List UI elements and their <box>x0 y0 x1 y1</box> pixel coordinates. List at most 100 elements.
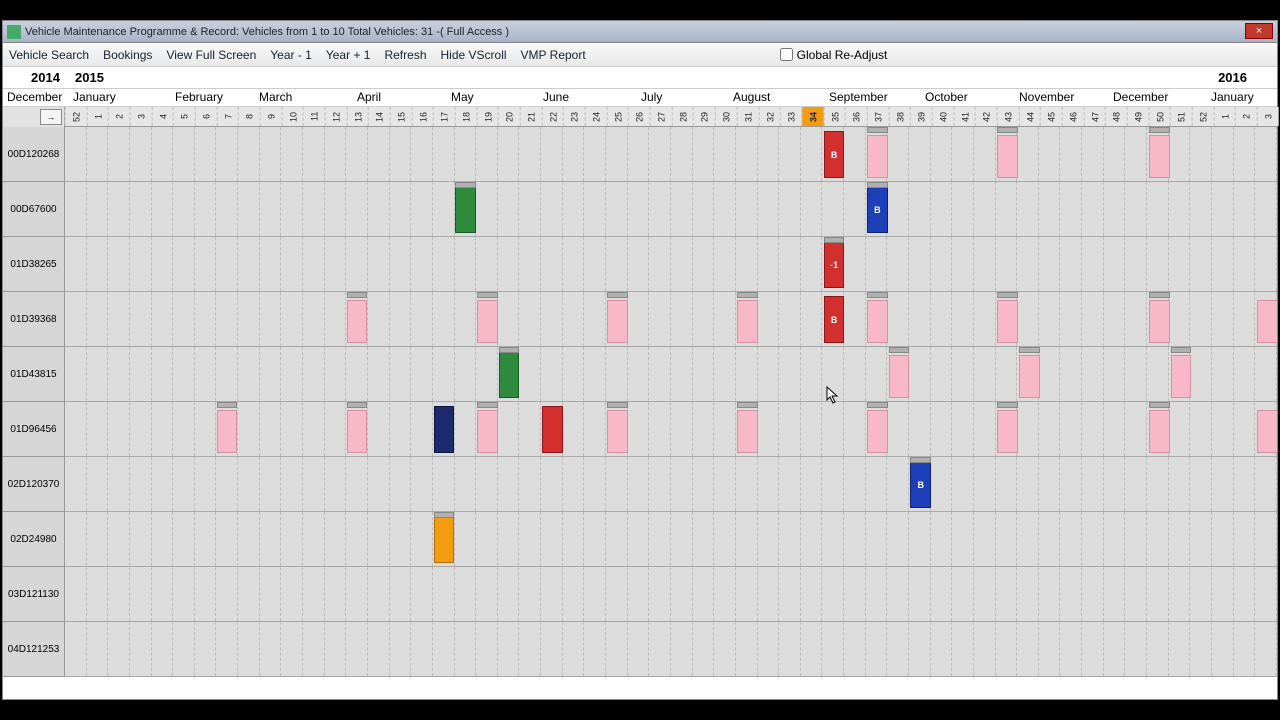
week-cell[interactable]: 45 <box>1040 107 1062 126</box>
week-cell[interactable]: 29 <box>693 107 715 126</box>
week-cell[interactable]: 46 <box>1062 107 1084 126</box>
schedule-block-pink[interactable] <box>1149 410 1170 453</box>
schedule-block-pink[interactable] <box>867 300 888 343</box>
schedule-block-graytab[interactable] <box>737 402 758 408</box>
schedule-block-graytab[interactable] <box>824 237 845 243</box>
menu-year-plus[interactable]: Year + 1 <box>326 48 371 62</box>
schedule-block-pink[interactable] <box>737 300 758 343</box>
schedule-block-pink[interactable] <box>1149 300 1170 343</box>
week-cell[interactable]: 36 <box>845 107 867 126</box>
week-cell[interactable]: 19 <box>477 107 499 126</box>
week-cell[interactable]: 24 <box>585 107 607 126</box>
menu-year-minus[interactable]: Year - 1 <box>270 48 312 62</box>
schedule-block-green[interactable] <box>455 186 476 233</box>
global-readjust-wrap[interactable]: Global Re-Adjust <box>780 48 888 62</box>
schedule-block-pink[interactable] <box>217 410 238 453</box>
vehicle-row-header[interactable]: 01D38265 <box>3 237 65 292</box>
week-cell[interactable]: 18 <box>455 107 477 126</box>
vehicle-row-header[interactable]: 00D120268 <box>3 127 65 182</box>
schedule-block-graytab[interactable] <box>867 402 888 408</box>
schedule-block-graytab[interactable] <box>737 292 758 298</box>
schedule-block-graytab[interactable] <box>1149 292 1170 298</box>
week-cell[interactable]: 47 <box>1084 107 1106 126</box>
grid-cells[interactable]: BB-1BB <box>65 127 1277 677</box>
schedule-block-graytab[interactable] <box>607 402 628 408</box>
schedule-block-graytab[interactable] <box>1171 347 1192 353</box>
week-cell[interactable]: 13 <box>347 107 369 126</box>
week-cell[interactable]: 34 <box>802 107 824 126</box>
week-cell[interactable]: 5 <box>173 107 195 126</box>
week-cell[interactable]: 3 <box>130 107 152 126</box>
vehicle-row-header[interactable]: 02D120370 <box>3 457 65 512</box>
schedule-block-pink[interactable] <box>737 410 758 453</box>
nav-arrow-button[interactable]: → <box>40 109 62 125</box>
week-cell[interactable]: 40 <box>932 107 954 126</box>
week-cell[interactable]: 26 <box>628 107 650 126</box>
week-cell[interactable]: 49 <box>1127 107 1149 126</box>
week-cell[interactable]: 6 <box>195 107 217 126</box>
schedule-block-pink[interactable] <box>1149 135 1170 178</box>
schedule-block-red[interactable]: -1 <box>824 241 845 288</box>
week-cell[interactable]: 3 <box>1257 107 1279 126</box>
week-cell[interactable]: 48 <box>1105 107 1127 126</box>
menu-bookings[interactable]: Bookings <box>103 48 152 62</box>
schedule-block-graytab[interactable] <box>997 402 1018 408</box>
schedule-block-pink[interactable] <box>867 410 888 453</box>
vehicle-row-header[interactable]: 04D121253 <box>3 622 65 677</box>
vehicle-row-header[interactable]: 00D67600 <box>3 182 65 237</box>
week-cell[interactable]: 32 <box>759 107 781 126</box>
schedule-block-pink[interactable] <box>607 300 628 343</box>
schedule-block-pink[interactable] <box>997 410 1018 453</box>
vehicle-row-header[interactable]: 01D39368 <box>3 292 65 347</box>
week-cell[interactable]: 10 <box>282 107 304 126</box>
week-cell[interactable]: 1 <box>87 107 109 126</box>
schedule-block-pink[interactable] <box>1019 355 1040 398</box>
schedule-block-pink[interactable] <box>347 410 368 453</box>
schedule-block-pink[interactable] <box>867 135 888 178</box>
schedule-block-pink[interactable] <box>347 300 368 343</box>
schedule-block-graytab[interactable] <box>434 512 455 518</box>
schedule-block-graytab[interactable] <box>477 402 498 408</box>
menu-refresh[interactable]: Refresh <box>384 48 426 62</box>
schedule-block-graytab[interactable] <box>1019 347 1040 353</box>
week-cell[interactable]: 14 <box>368 107 390 126</box>
menu-vmp-report[interactable]: VMP Report <box>521 48 586 62</box>
schedule-block-graytab[interactable] <box>1149 402 1170 408</box>
week-cell[interactable]: 22 <box>542 107 564 126</box>
schedule-block-navy[interactable] <box>434 406 455 453</box>
schedule-block-graytab[interactable] <box>867 182 888 188</box>
schedule-block-pink[interactable] <box>1257 300 1277 343</box>
week-cell[interactable]: 8 <box>238 107 260 126</box>
week-cell[interactable]: 50 <box>1149 107 1171 126</box>
schedule-block-red[interactable] <box>542 406 563 453</box>
schedule-block-graytab[interactable] <box>1149 127 1170 133</box>
week-cell[interactable]: 4 <box>152 107 174 126</box>
week-cell[interactable]: 25 <box>607 107 629 126</box>
week-cell[interactable]: 28 <box>672 107 694 126</box>
schedule-block-graytab[interactable] <box>499 347 520 353</box>
schedule-block-pink[interactable] <box>477 300 498 343</box>
week-cell[interactable]: 51 <box>1170 107 1192 126</box>
schedule-block-orange[interactable] <box>434 516 455 563</box>
schedule-block-graytab[interactable] <box>607 292 628 298</box>
schedule-block-pink[interactable] <box>1171 355 1192 398</box>
week-cell[interactable]: 20 <box>498 107 520 126</box>
week-cell[interactable]: 30 <box>715 107 737 126</box>
schedule-block-graytab[interactable] <box>889 347 910 353</box>
schedule-block-blue[interactable]: B <box>910 461 931 508</box>
schedule-block-pink[interactable] <box>997 135 1018 178</box>
week-cell[interactable]: 44 <box>1019 107 1041 126</box>
schedule-block-blue[interactable]: B <box>867 186 888 233</box>
global-readjust-checkbox[interactable] <box>780 48 793 61</box>
week-cell[interactable]: 15 <box>390 107 412 126</box>
week-cell[interactable]: 2 <box>1235 107 1257 126</box>
week-cell[interactable]: 31 <box>737 107 759 126</box>
week-cell[interactable]: 33 <box>780 107 802 126</box>
schedule-block-red[interactable]: B <box>824 296 845 343</box>
menu-fullscreen[interactable]: View Full Screen <box>166 48 256 62</box>
schedule-block-pink[interactable] <box>1257 410 1277 453</box>
schedule-block-pink[interactable] <box>997 300 1018 343</box>
week-cell[interactable]: 42 <box>975 107 997 126</box>
week-cell[interactable]: 41 <box>954 107 976 126</box>
week-cell[interactable]: 23 <box>563 107 585 126</box>
